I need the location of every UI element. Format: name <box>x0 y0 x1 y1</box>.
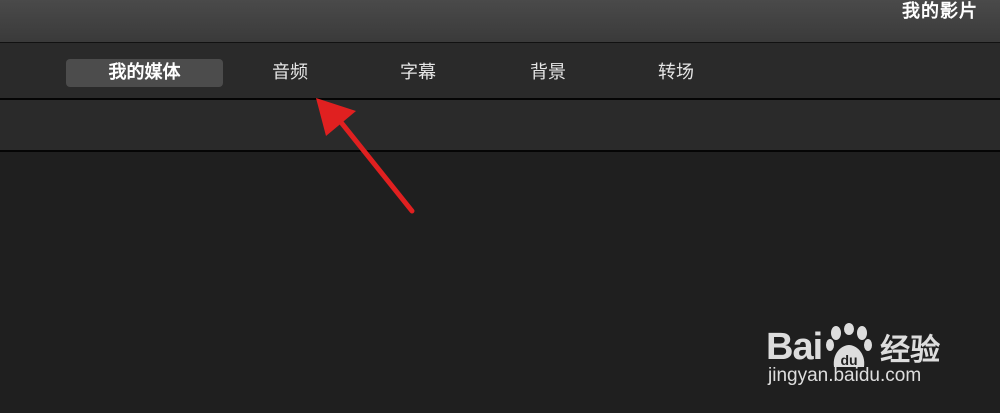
baidu-logo-cn: 经验 <box>880 333 941 368</box>
tab-audio[interactable]: 音频 <box>250 59 330 87</box>
app-window: 我的影片 我的媒体 音频 字幕 背景 转场 Bai du 经验 jingyan.… <box>0 0 1000 413</box>
title-bar: 我的影片 <box>0 0 1000 43</box>
baidu-logo-text: Bai <box>766 325 823 368</box>
sub-toolbar <box>0 100 1000 152</box>
tab-background[interactable]: 背景 <box>508 59 588 87</box>
watermark-url: jingyan.baidu.com <box>768 365 922 386</box>
baidu-logo: Bai du 经验 <box>766 323 941 369</box>
media-tab-bar: 我的媒体 音频 字幕 背景 转场 <box>0 43 1000 100</box>
baidu-watermark: Bai du 经验 jingyan.baidu.com <box>766 303 956 403</box>
baidu-paw-icon: du <box>826 323 873 368</box>
tab-transitions[interactable]: 转场 <box>636 59 716 87</box>
tab-subtitles[interactable]: 字幕 <box>378 59 458 87</box>
window-title: 我的影片 <box>902 1 978 22</box>
tab-my-media[interactable]: 我的媒体 <box>66 59 223 87</box>
